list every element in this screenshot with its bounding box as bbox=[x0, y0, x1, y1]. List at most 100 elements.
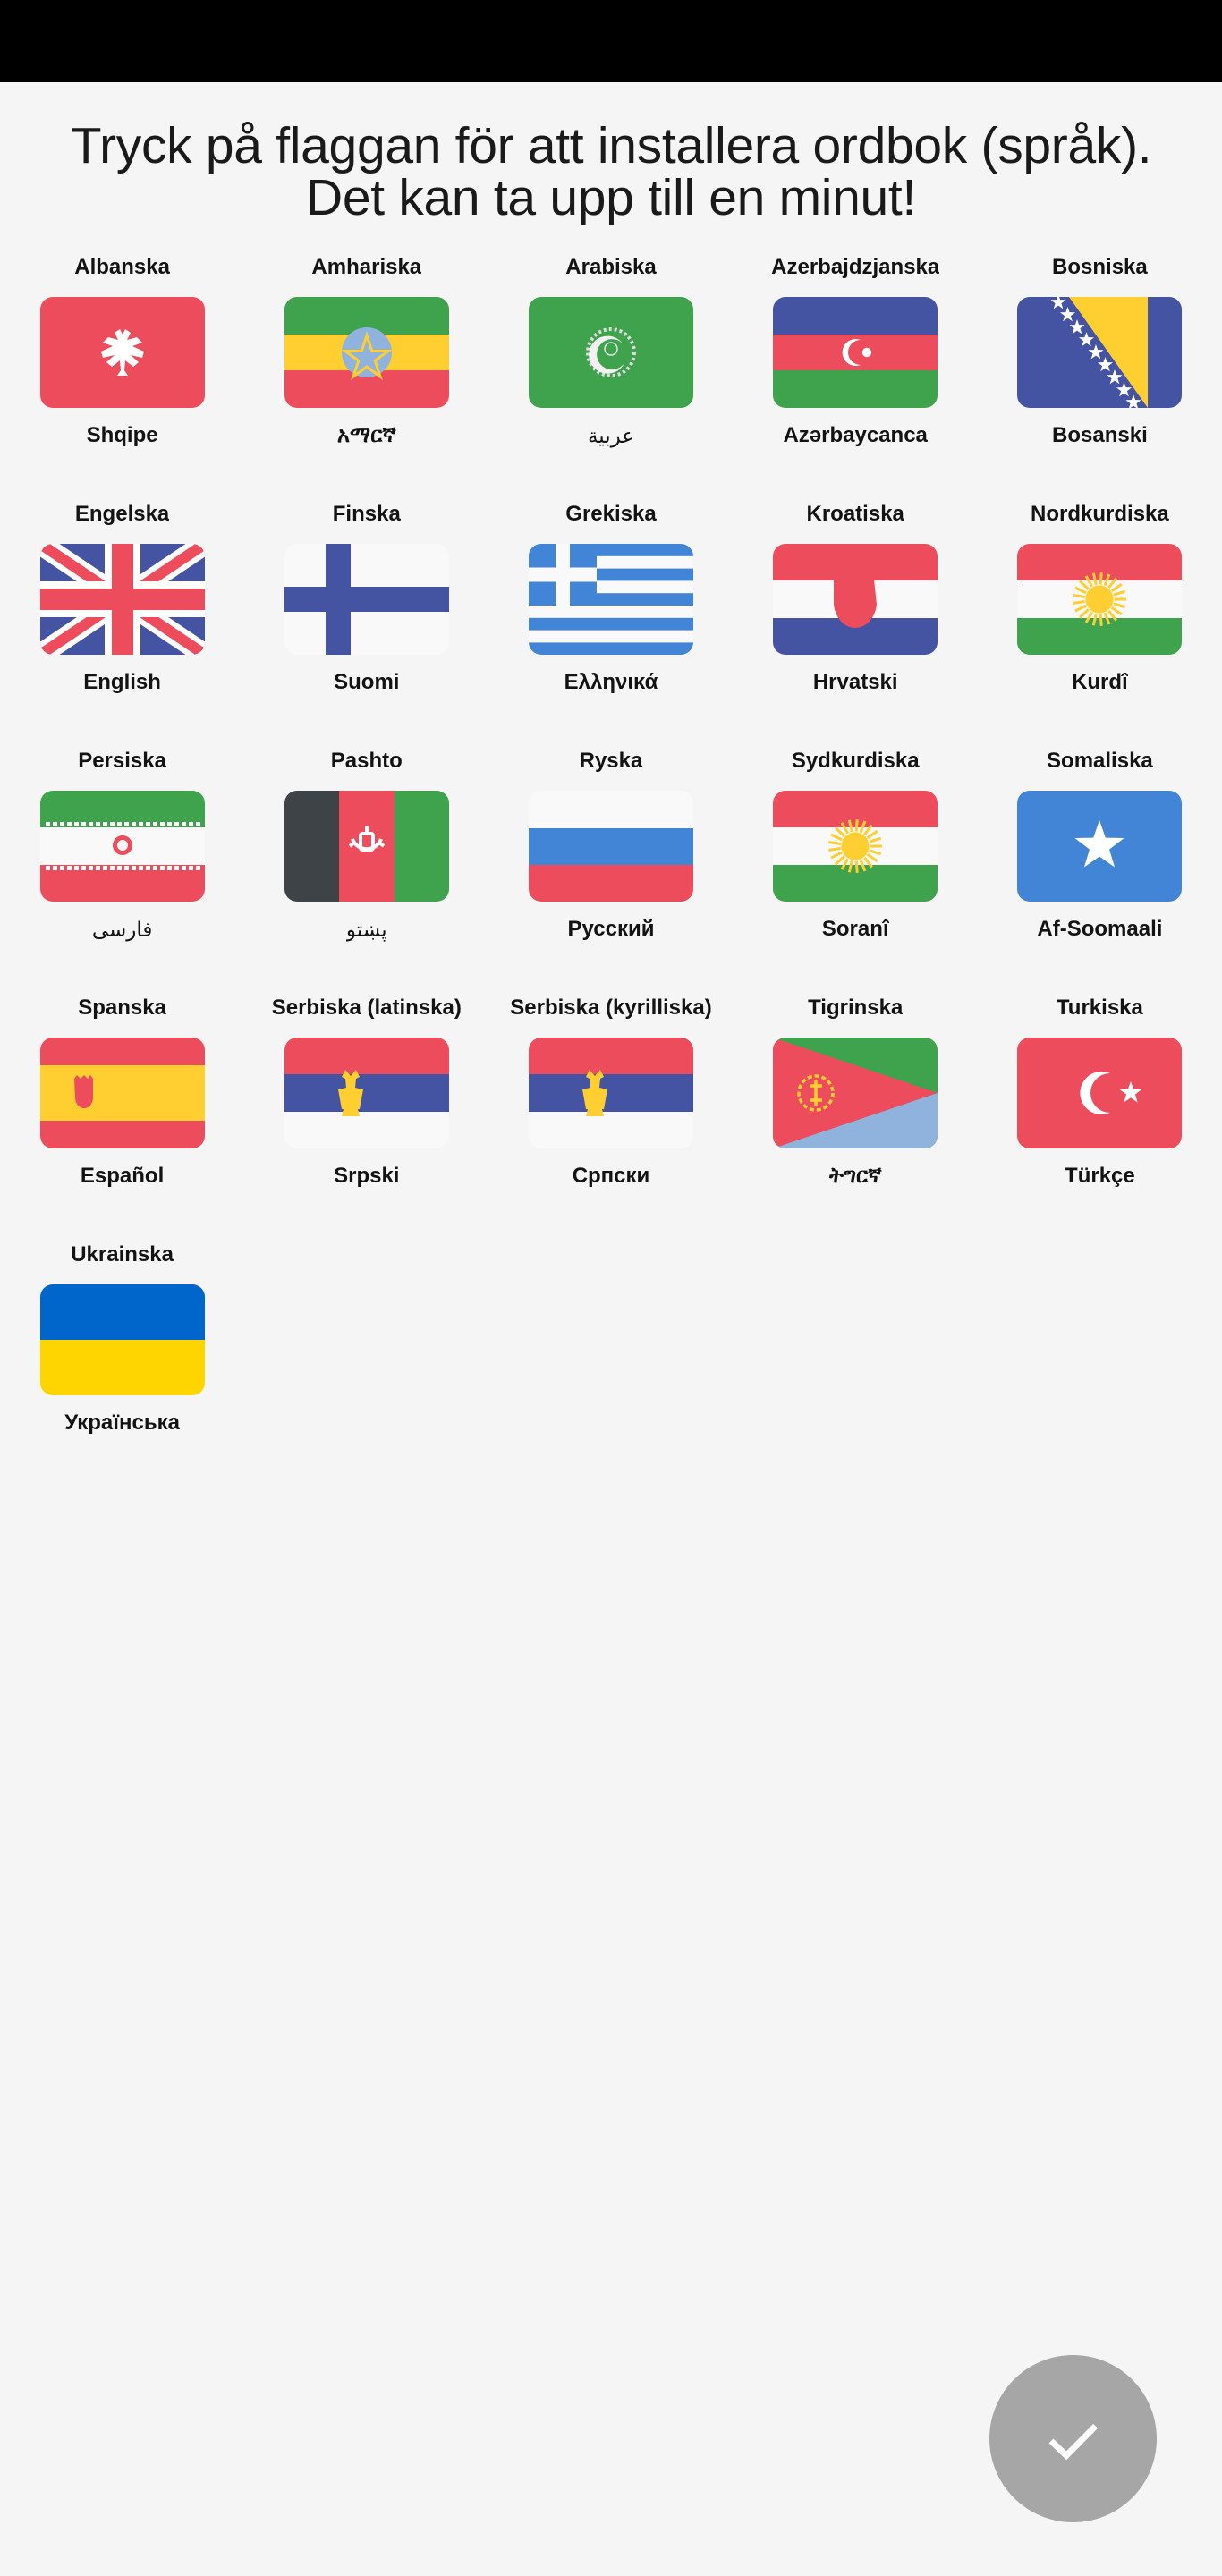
language-name-native: عربية bbox=[587, 424, 635, 448]
somalia-flag[interactable] bbox=[1017, 791, 1183, 902]
flag-button[interactable] bbox=[39, 791, 205, 902]
flag-button[interactable] bbox=[284, 297, 449, 409]
language-card[interactable]: Ryska Русский bbox=[488, 741, 733, 987]
language-name-native: ትግርኛ bbox=[828, 1164, 882, 1189]
language-name-swedish: Albanska bbox=[74, 255, 170, 280]
arab-league-flag[interactable] bbox=[528, 297, 693, 409]
flag-button[interactable] bbox=[528, 1038, 693, 1149]
language-grid: Albanska Shqipe Amhariska አማርኛ Arabiska عربية… bbox=[0, 247, 1222, 1481]
language-name-native: Ελληνικά bbox=[564, 670, 658, 695]
language-name-native: Español bbox=[80, 1164, 165, 1189]
kurdistan-flag[interactable] bbox=[773, 791, 938, 902]
language-card[interactable]: Kroatiska Hrvatski bbox=[734, 494, 978, 741]
language-name-native: Srpski bbox=[334, 1164, 400, 1189]
flag-button[interactable] bbox=[284, 1038, 449, 1149]
flag-button[interactable] bbox=[39, 1038, 205, 1149]
flag-button[interactable] bbox=[773, 791, 938, 902]
language-card[interactable]: Bosniska Bosanski bbox=[978, 247, 1222, 494]
language-card[interactable]: Azerbajdzjanska Azərbaycanca bbox=[734, 247, 978, 494]
language-name-swedish: Sydkurdiska bbox=[791, 749, 920, 774]
language-name-swedish: Tigrinska bbox=[808, 996, 904, 1021]
greece-flag[interactable] bbox=[528, 544, 693, 656]
confirm-fab-button[interactable] bbox=[989, 2355, 1157, 2522]
finland-flag[interactable] bbox=[284, 544, 449, 656]
check-icon bbox=[1038, 2403, 1109, 2475]
language-name-swedish: Persiska bbox=[78, 749, 166, 774]
flag-button[interactable] bbox=[39, 297, 205, 409]
language-name-native: فارسی bbox=[91, 918, 153, 942]
language-card[interactable]: Engelska English bbox=[0, 494, 244, 741]
flag-button[interactable] bbox=[39, 544, 205, 656]
language-picker-screen: Tryck på flaggan för att installera ordb… bbox=[0, 82, 1222, 2576]
language-name-swedish: Nordkurdiska bbox=[1031, 502, 1169, 527]
ethiopia-flag[interactable] bbox=[284, 297, 449, 409]
russia-flag[interactable] bbox=[528, 791, 693, 902]
language-name-swedish: Serbiska (latinska) bbox=[271, 996, 462, 1021]
kurdistan-flag[interactable] bbox=[1017, 544, 1183, 656]
language-card[interactable]: Ukrainska Українська bbox=[0, 1234, 244, 1481]
language-name-native: Hrvatski bbox=[812, 670, 898, 695]
language-name-swedish: Grekiska bbox=[565, 502, 657, 527]
language-name-swedish: Serbiska (kyrilliska) bbox=[510, 996, 712, 1021]
language-card[interactable]: Sydkurdiska Soranî bbox=[734, 741, 978, 987]
language-card[interactable]: Amhariska አማርኛ bbox=[244, 247, 488, 494]
serbia-flag[interactable] bbox=[284, 1038, 449, 1149]
language-name-native: پښتو bbox=[345, 918, 387, 942]
language-card[interactable]: Somaliska Af-Soomaali bbox=[978, 741, 1222, 987]
language-name-native: Türkçe bbox=[1065, 1164, 1135, 1189]
flag-button[interactable] bbox=[39, 1284, 205, 1396]
language-name-swedish: Finska bbox=[332, 502, 401, 527]
ukraine-flag[interactable] bbox=[39, 1284, 205, 1396]
language-name-swedish: Kroatiska bbox=[806, 502, 904, 527]
turkey-flag[interactable] bbox=[1017, 1038, 1183, 1149]
flag-button[interactable] bbox=[528, 544, 693, 656]
page-title: Tryck på flaggan för att installera ordb… bbox=[70, 117, 1152, 227]
language-name-native: English bbox=[83, 670, 161, 695]
language-name-native: Azərbaycanca bbox=[783, 423, 928, 448]
language-card[interactable]: Turkiska Türkçe bbox=[978, 987, 1222, 1234]
eritrea-flag[interactable] bbox=[773, 1038, 938, 1149]
flag-button[interactable] bbox=[528, 297, 693, 409]
language-name-swedish: Arabiska bbox=[565, 255, 657, 280]
language-card[interactable]: Albanska Shqipe bbox=[0, 247, 244, 494]
flag-button[interactable] bbox=[773, 297, 938, 409]
flag-button[interactable] bbox=[773, 544, 938, 656]
language-card[interactable]: Pashto پښتو bbox=[244, 741, 488, 987]
language-card[interactable]: Persiska فارسی bbox=[0, 741, 244, 987]
language-name-native: Af-Soomaali bbox=[1037, 917, 1163, 942]
spain-flag[interactable] bbox=[39, 1038, 205, 1149]
flag-button[interactable] bbox=[1017, 1038, 1183, 1149]
language-card[interactable]: Serbiska (latinska) Srpski bbox=[244, 987, 488, 1234]
croatia-flag[interactable] bbox=[773, 544, 938, 656]
language-name-native: Русский bbox=[567, 917, 655, 942]
flag-button[interactable] bbox=[1017, 297, 1183, 409]
flag-button[interactable] bbox=[773, 1038, 938, 1149]
flag-button[interactable] bbox=[1017, 791, 1183, 902]
language-name-swedish: Azerbajdzjanska bbox=[771, 255, 940, 280]
language-card[interactable]: Nordkurdiska Kurdî bbox=[978, 494, 1222, 741]
flag-button[interactable] bbox=[528, 791, 693, 902]
language-name-native: አማርኛ bbox=[336, 423, 396, 448]
flag-button[interactable] bbox=[284, 544, 449, 656]
iran-flag[interactable] bbox=[39, 791, 205, 902]
flag-button[interactable] bbox=[1017, 544, 1183, 656]
language-card[interactable]: Spanska Español bbox=[0, 987, 244, 1234]
language-name-swedish: Amhariska bbox=[311, 255, 422, 280]
language-name-native: Kurdî bbox=[1072, 670, 1128, 695]
flag-button[interactable] bbox=[284, 791, 449, 902]
language-card[interactable]: Finska Suomi bbox=[244, 494, 488, 741]
afghanistan-flag[interactable] bbox=[284, 791, 449, 902]
language-name-native: Soranî bbox=[821, 917, 889, 942]
language-name-native: Shqipe bbox=[86, 423, 158, 448]
language-card[interactable]: Arabiska عربية bbox=[488, 247, 733, 494]
language-name-swedish: Engelska bbox=[74, 502, 170, 527]
language-name-swedish: Somaliska bbox=[1047, 749, 1153, 774]
albania-flag[interactable] bbox=[39, 297, 205, 409]
language-card[interactable]: Grekiska Ελληνικά bbox=[488, 494, 733, 741]
azerbaijan-flag[interactable] bbox=[773, 297, 938, 409]
united-kingdom-flag[interactable] bbox=[39, 544, 205, 656]
serbia-flag[interactable] bbox=[528, 1038, 693, 1149]
bosnia-flag[interactable] bbox=[1017, 297, 1183, 409]
language-card[interactable]: Serbiska (kyrilliska) Српски bbox=[488, 987, 733, 1234]
language-card[interactable]: Tigrinska ትግርኛ bbox=[734, 987, 978, 1234]
